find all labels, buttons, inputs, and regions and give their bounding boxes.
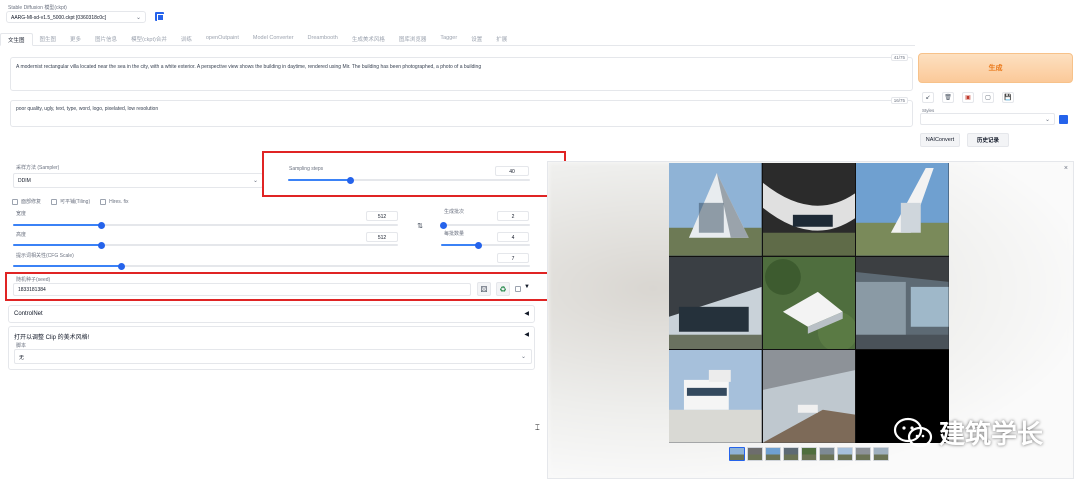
grid-image-1[interactable] bbox=[669, 163, 762, 256]
gallery-thumbnail[interactable] bbox=[801, 447, 817, 461]
gallery-thumbnail[interactable] bbox=[747, 447, 763, 461]
grid-image-4[interactable] bbox=[669, 256, 762, 350]
gallery-thumbnail[interactable] bbox=[819, 447, 835, 461]
image-grid[interactable] bbox=[669, 163, 949, 443]
gallery-thumbnails bbox=[729, 447, 889, 461]
grid-image-8[interactable] bbox=[762, 350, 856, 443]
gallery-thumbnail[interactable] bbox=[855, 447, 871, 461]
grid-image-2[interactable] bbox=[762, 163, 856, 256]
grid-image-3[interactable] bbox=[856, 163, 949, 256]
gallery-thumbnail[interactable] bbox=[765, 447, 781, 461]
mouse-cursor-icon: ⌶ bbox=[535, 423, 540, 432]
wechat-icon bbox=[893, 417, 933, 447]
grid-image-6[interactable] bbox=[856, 256, 949, 350]
watermark-text: 建筑学长 bbox=[939, 420, 1044, 450]
watermark: 建筑学长 bbox=[893, 414, 1043, 451]
close-icon[interactable]: × bbox=[1064, 165, 1068, 172]
gallery-thumbnail[interactable] bbox=[783, 447, 799, 461]
gallery-thumbnail[interactable] bbox=[837, 447, 853, 461]
grid-image-7[interactable] bbox=[669, 350, 762, 443]
gallery-thumbnail[interactable] bbox=[873, 447, 889, 461]
grid-image-5[interactable] bbox=[762, 256, 856, 350]
gallery-thumbnail[interactable] bbox=[729, 447, 745, 461]
